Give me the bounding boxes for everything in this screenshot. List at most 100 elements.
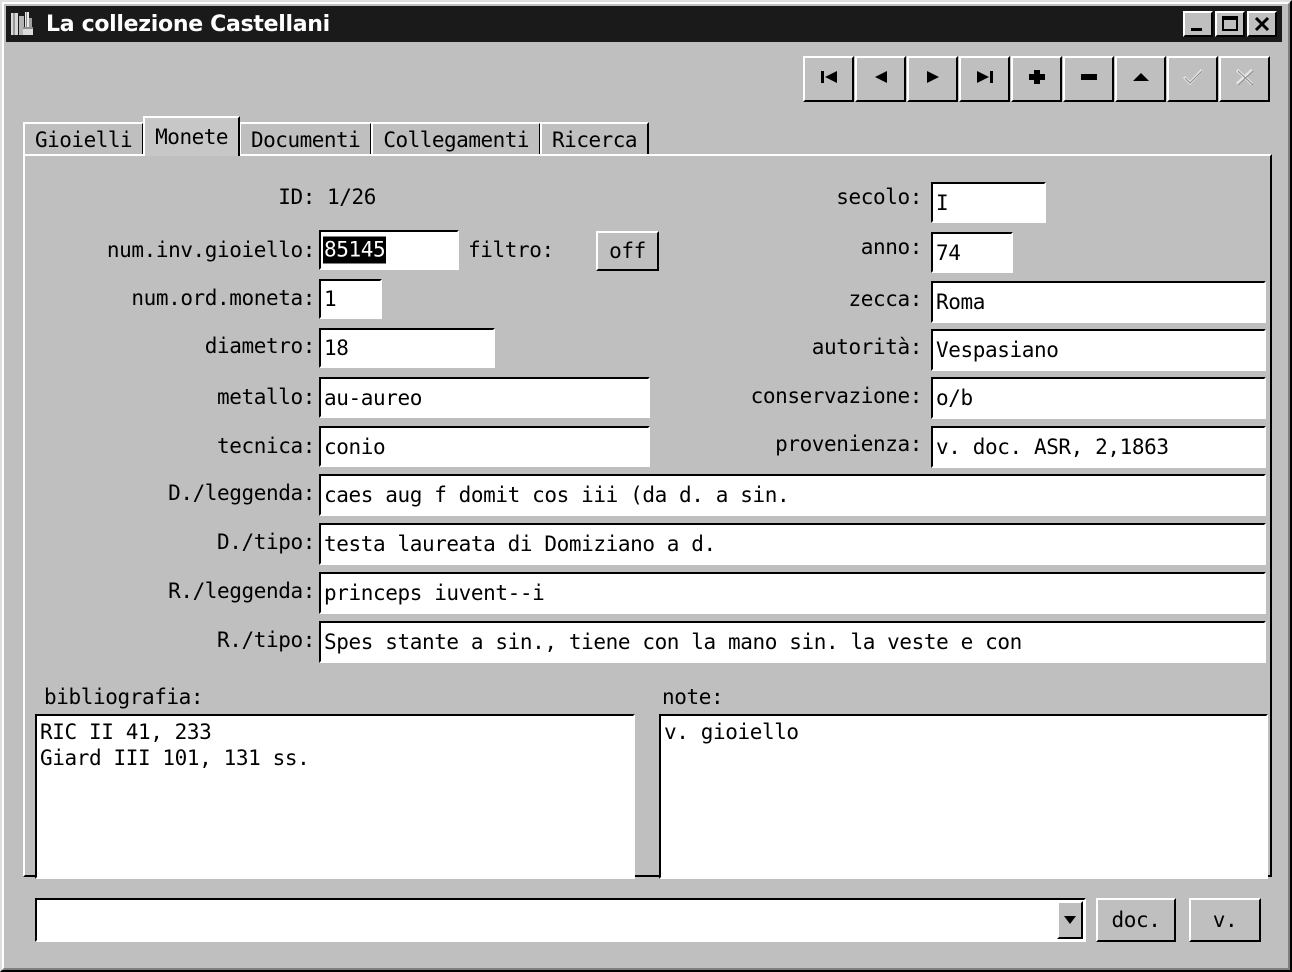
- tab-label: Ricerca: [552, 128, 638, 152]
- filtro-label: filtro:: [468, 238, 554, 262]
- v-button-label: v.: [1212, 908, 1238, 932]
- doc-button-label: doc.: [1111, 908, 1161, 932]
- tab-gioielli[interactable]: Gioielli: [23, 122, 145, 156]
- num-ord-moneta-input[interactable]: 1: [319, 279, 382, 319]
- chevron-down-glyph: [1064, 916, 1076, 924]
- diametro-input[interactable]: 18: [319, 328, 495, 368]
- tab-documenti[interactable]: Documenti: [239, 122, 373, 156]
- tecnica-label: tecnica:: [217, 434, 315, 458]
- id-value: 1/26: [327, 185, 376, 209]
- window-title: La collezione Castellani: [46, 11, 330, 37]
- triangle-right-icon: [921, 67, 945, 91]
- buildings-icon: [10, 11, 40, 37]
- post-record-button[interactable]: [1167, 56, 1218, 102]
- tab-monete[interactable]: Monete: [143, 116, 241, 156]
- tab-ricerca[interactable]: Ricerca: [540, 122, 650, 156]
- title-bar[interactable]: La collezione Castellani: [6, 6, 1282, 42]
- r-leggenda-label: R./leggenda:: [168, 579, 315, 603]
- filtro-toggle-button[interactable]: off: [596, 231, 659, 271]
- cross-icon: [1232, 66, 1258, 92]
- doc-button[interactable]: doc.: [1096, 898, 1176, 942]
- num-ord-moneta-value: 1: [324, 287, 337, 311]
- metallo-input[interactable]: au-aureo: [319, 377, 650, 418]
- zecca-label: zecca:: [848, 287, 923, 311]
- tecnica-value: conio: [324, 434, 386, 459]
- d-tipo-value: testa laureata di Domiziano a d.: [324, 532, 716, 556]
- tab-label: Documenti: [251, 128, 361, 152]
- tab-label: Monete: [155, 125, 229, 149]
- skip-to-end-icon: [973, 67, 997, 91]
- zecca-value: Roma: [936, 290, 985, 314]
- num-inv-gioiello-label: num.inv.gioiello:: [106, 238, 316, 262]
- edit-record-button[interactable]: [1115, 56, 1166, 102]
- provenienza-value: v. doc. ASR, 2,1863: [936, 435, 1169, 459]
- delete-record-button[interactable]: [1063, 56, 1114, 102]
- autorita-input[interactable]: Vespasiano: [931, 329, 1266, 371]
- bibliografia-label: bibliografia:: [44, 685, 204, 709]
- v-button[interactable]: v.: [1189, 898, 1261, 942]
- plus-icon: [1025, 67, 1049, 91]
- bibliografia-line: RIC II 41, 233: [40, 720, 212, 744]
- r-tipo-input[interactable]: Spes stante a sin., tiene con la mano si…: [319, 621, 1266, 663]
- conservazione-value: o/b: [936, 386, 973, 410]
- prior-record-button[interactable]: [855, 56, 906, 102]
- triangle-up-icon: [1129, 67, 1153, 91]
- metallo-label: metallo:: [217, 385, 315, 409]
- bibliografia-memo[interactable]: RIC II 41, 233 Giard III 101, 131 ss.: [35, 714, 635, 879]
- r-tipo-value: Spes stante a sin., tiene con la mano si…: [324, 630, 1022, 654]
- skip-to-start-icon: [817, 67, 841, 91]
- r-leggenda-value: princeps iuvent--i: [324, 581, 545, 605]
- checkmark-icon: [1180, 66, 1206, 92]
- application-window: La collezione Castellani Gioielli Monete…: [0, 0, 1292, 972]
- d-leggenda-value: caes aug f domit cos iii (da d. a sin.: [324, 483, 790, 507]
- cancel-record-button[interactable]: [1219, 56, 1270, 102]
- note-memo[interactable]: v. gioiello: [659, 714, 1268, 879]
- last-record-button[interactable]: [959, 56, 1010, 102]
- d-tipo-label: D./tipo:: [217, 530, 315, 554]
- provenienza-input[interactable]: v. doc. ASR, 2,1863: [931, 426, 1266, 468]
- conservazione-input[interactable]: o/b: [931, 377, 1266, 419]
- d-tipo-input[interactable]: testa laureata di Domiziano a d.: [319, 523, 1266, 565]
- minus-icon: [1077, 67, 1101, 91]
- maximize-button[interactable]: [1215, 11, 1245, 37]
- num-inv-gioiello-value: 85145: [323, 236, 387, 264]
- note-line: v. gioiello: [664, 720, 799, 744]
- provenienza-label: provenienza:: [775, 432, 922, 456]
- close-button[interactable]: [1247, 11, 1277, 37]
- d-leggenda-input[interactable]: caes aug f domit cos iii (da d. a sin.: [319, 474, 1266, 516]
- insert-record-button[interactable]: [1011, 56, 1062, 102]
- next-record-button[interactable]: [907, 56, 958, 102]
- document-combo-box[interactable]: [35, 898, 1086, 942]
- tecnica-input[interactable]: conio: [319, 426, 650, 467]
- anno-value: 74: [936, 240, 961, 265]
- r-leggenda-input[interactable]: princeps iuvent--i: [319, 572, 1266, 614]
- metallo-value: au-aureo: [324, 385, 422, 410]
- tab-label: Collegamenti: [383, 128, 530, 152]
- first-record-button[interactable]: [803, 56, 854, 102]
- r-tipo-label: R./tipo:: [217, 628, 315, 652]
- diametro-value: 18: [324, 336, 349, 360]
- diametro-label: diametro:: [204, 334, 316, 358]
- tab-collegamenti[interactable]: Collegamenti: [371, 122, 542, 156]
- secolo-input[interactable]: I: [931, 182, 1046, 223]
- num-inv-gioiello-input[interactable]: 85145: [319, 230, 459, 270]
- bibliografia-line: Giard III 101, 131 ss.: [40, 746, 310, 770]
- secolo-label: secolo:: [836, 185, 922, 209]
- secolo-value: I: [936, 190, 949, 215]
- anno-input[interactable]: 74: [931, 232, 1013, 273]
- num-ord-moneta-label: num.ord.moneta:: [131, 286, 315, 310]
- autorita-value: Vespasiano: [936, 338, 1059, 362]
- triangle-left-icon: [869, 67, 893, 91]
- anno-label: anno:: [860, 235, 923, 259]
- autorita-label: autorità:: [811, 335, 923, 359]
- filtro-value: off: [609, 239, 646, 263]
- record-navigator-toolbar: [803, 56, 1270, 102]
- tab-strip: Gioielli Monete Documenti Collegamenti R…: [23, 116, 650, 156]
- tab-label: Gioielli: [35, 128, 133, 152]
- id-label: ID:: [278, 185, 315, 209]
- chevron-down-icon[interactable]: [1057, 901, 1083, 939]
- conservazione-label: conservazione:: [750, 384, 923, 408]
- d-leggenda-label: D./leggenda:: [168, 481, 315, 505]
- minimize-button[interactable]: [1183, 11, 1213, 37]
- zecca-input[interactable]: Roma: [931, 281, 1266, 323]
